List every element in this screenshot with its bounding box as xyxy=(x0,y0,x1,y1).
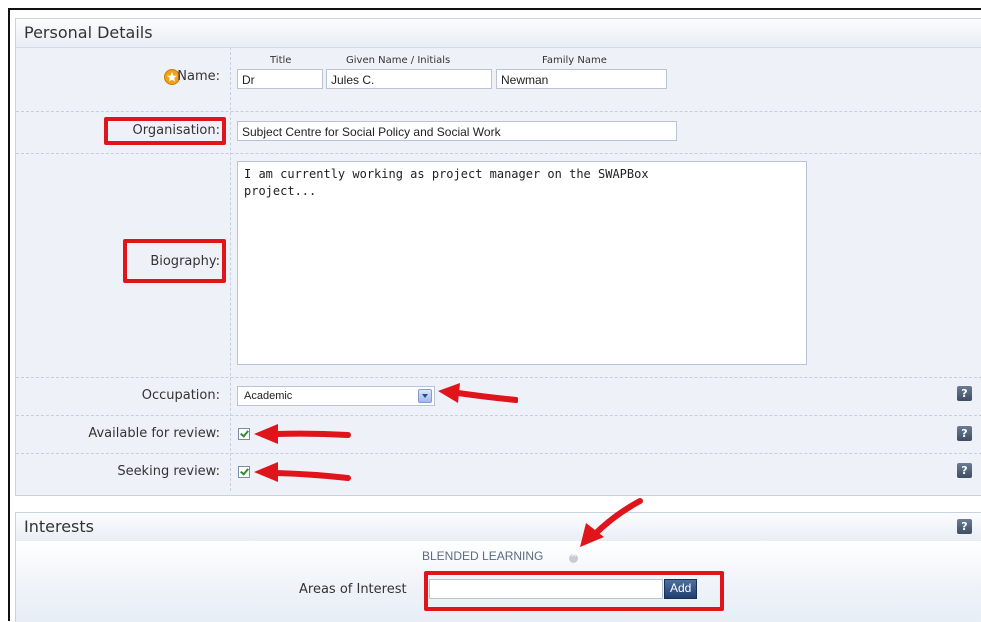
personal-details-title: Personal Details xyxy=(24,23,153,42)
chevron-down-icon[interactable] xyxy=(418,389,432,403)
interests-header: Interests ? xyxy=(16,513,981,542)
personal-details-header: Personal Details xyxy=(16,19,981,48)
name-row: Name: Title Given Name / Initials Family… xyxy=(16,47,981,112)
organisation-row: Organisation: Subject Centre for Social … xyxy=(16,111,981,154)
help-icon[interactable]: ? xyxy=(957,386,972,401)
interest-tag: BLENDED LEARNING xyxy=(422,549,544,563)
family-name-input[interactable]: Newman xyxy=(496,69,667,89)
available-for-review-row: Available for review: ? xyxy=(16,415,981,454)
given-name-column-header: Given Name / Initials xyxy=(346,55,451,66)
help-icon[interactable]: ? xyxy=(957,519,972,534)
available-for-review-label: Available for review: xyxy=(88,426,220,441)
biography-textarea[interactable]: I am currently working as project manage… xyxy=(237,161,807,365)
family-name-column-header: Family Name xyxy=(542,55,607,66)
biography-row: Biography: I am currently working as pro… xyxy=(16,153,981,378)
occupation-select[interactable]: Academic xyxy=(237,386,435,406)
occupation-row: Occupation: Academic ? xyxy=(16,377,981,416)
seeking-review-checkbox[interactable] xyxy=(238,466,250,478)
add-interest-button[interactable]: Add xyxy=(664,579,698,599)
organisation-label: Organisation: xyxy=(132,123,220,138)
red-arrow-icon xyxy=(438,383,518,403)
name-label: Name: xyxy=(177,69,220,84)
screenshot-border-top xyxy=(8,8,981,10)
personal-details-panel: Personal Details Name: Title Given Name … xyxy=(15,18,981,496)
organisation-input[interactable]: Subject Centre for Social Policy and Soc… xyxy=(237,121,677,141)
red-arrow-icon xyxy=(254,424,351,444)
red-arrow-icon xyxy=(580,498,643,547)
screenshot-border-left xyxy=(8,8,10,621)
remove-tag-icon[interactable] xyxy=(569,550,578,563)
given-name-input[interactable]: Jules C. xyxy=(326,69,492,89)
seeking-review-label: Seeking review: xyxy=(117,464,220,479)
title-input[interactable]: Dr xyxy=(237,69,323,89)
occupation-label: Occupation: xyxy=(141,388,220,403)
biography-label: Biography: xyxy=(150,254,220,269)
title-column-header: Title xyxy=(270,55,292,66)
areas-of-interest-label: Areas of Interest xyxy=(299,582,407,597)
help-icon[interactable]: ? xyxy=(957,426,972,441)
interests-title: Interests xyxy=(24,517,94,536)
red-arrow-icon xyxy=(254,462,351,482)
available-for-review-checkbox[interactable] xyxy=(238,428,250,440)
help-icon[interactable]: ? xyxy=(957,463,972,478)
areas-of-interest-input[interactable] xyxy=(429,579,663,599)
interests-panel: Interests ? BLENDED LEARNING Areas of In… xyxy=(15,498,981,622)
seeking-review-row: Seeking review: ? xyxy=(16,453,981,491)
occupation-selected-value: Academic xyxy=(244,390,293,402)
